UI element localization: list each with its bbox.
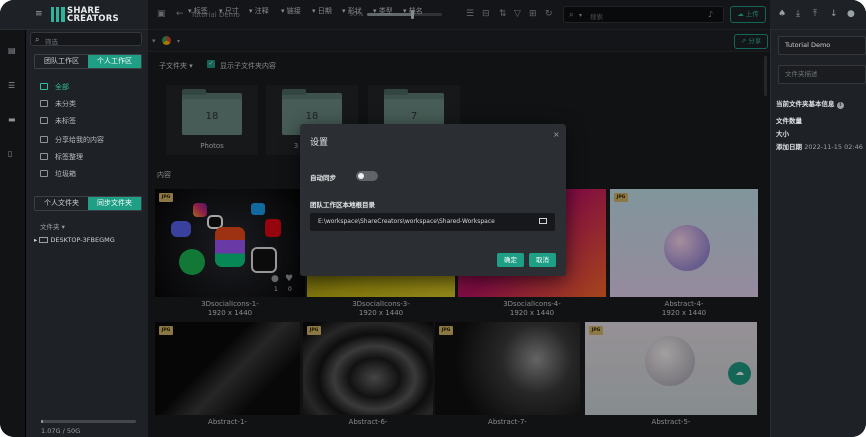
folders-section[interactable]: 文件夹 ▾ <box>40 221 65 231</box>
shared-with-me-icon <box>40 136 48 143</box>
tab-personal-workspace[interactable]: 个人工作区 <box>88 55 141 68</box>
folder-count: 7 <box>410 111 418 122</box>
all-items-icon <box>40 83 48 90</box>
date-added-value: 2022-11-15 02:46 <box>804 143 863 151</box>
device-folder-icon <box>39 237 49 243</box>
brand-logo: SHARE CREATORS <box>67 7 119 24</box>
date-added-row: 添加日期 2022-11-15 02:46 <box>776 143 863 151</box>
sidebar-item-4[interactable]: 标签整理 <box>55 153 83 161</box>
brand-logo-icon <box>51 7 65 22</box>
toggle-knob <box>358 173 364 179</box>
sidebar-item-5[interactable]: 垃圾箱 <box>55 170 76 178</box>
untagged-icon <box>40 117 48 124</box>
workspace-tabs: 团队工作区 个人工作区 <box>34 54 142 69</box>
download-icon[interactable]: ⤓ <box>796 10 800 19</box>
dialog-title: 设置 <box>310 138 329 148</box>
user-icon[interactable]: ● <box>847 10 855 19</box>
local-path-value: E:\workspace\ShareCreators\workspace\Sha… <box>318 218 495 225</box>
tab-team-workspace[interactable]: 团队工作区 <box>35 55 88 68</box>
export-icon[interactable]: ⤒ <box>813 10 817 19</box>
list-icon[interactable]: ☰ <box>8 82 18 90</box>
folder-description-field[interactable]: 文件夹描述 <box>778 65 866 84</box>
close-icon[interactable]: × <box>553 130 560 139</box>
local-path-field[interactable]: E:\workspace\ShareCreators\workspace\Sha… <box>310 213 555 231</box>
folder-count: 18 <box>305 111 319 122</box>
brand-line-2: CREATORS <box>67 14 119 24</box>
folder-count: 18 <box>205 111 219 122</box>
sidebar-item-2[interactable]: 未标签 <box>55 117 76 125</box>
icon-rail: ▤ ☰ ▬ ▯ <box>0 0 26 437</box>
auto-sync-label: 自动同步 <box>310 174 336 182</box>
sidebar-item-1[interactable]: 未分类 <box>55 100 76 108</box>
app-window: ▤ ☰ ▬ ▯ ≡ SHARE CREATORS ▣ ← Tutorial De… <box>0 0 866 437</box>
storage-quota-text: 1.07G / 50G <box>41 427 81 435</box>
folder-tabs: 个人文件夹 同步文件夹 <box>34 196 142 211</box>
storage-quota-bar <box>41 420 136 423</box>
document-icon[interactable]: ▯ <box>8 150 18 158</box>
folder-info-title-text: 当前文件夹基本信息 <box>776 100 835 108</box>
settings-dialog: 设置 × 自动同步 团队工作区本地根目录 E:\workspace\ShareC… <box>300 124 566 276</box>
workspace-name-field[interactable]: Tutorial Demo <box>778 36 866 55</box>
auto-sync-toggle[interactable] <box>356 171 378 181</box>
folders-label: 文件夹 <box>40 223 60 231</box>
file-count-label: 文件数量 <box>776 117 802 125</box>
uncategorized-icon <box>40 100 48 107</box>
local-path-label: 团队工作区本地根目录 <box>310 201 375 209</box>
menu-icon[interactable]: ≡ <box>35 10 43 19</box>
tab-sync-folder[interactable]: 同步文件夹 <box>88 197 141 210</box>
browse-folder-icon[interactable] <box>539 218 547 224</box>
library-icon[interactable]: ▤ <box>8 47 18 55</box>
sidebar-item-0[interactable]: 全部 <box>55 83 69 91</box>
storage-quota-fill <box>41 420 43 423</box>
confirm-button[interactable]: 确定 <box>497 253 524 267</box>
folder-icon[interactable]: ▬ <box>8 116 18 124</box>
cancel-button[interactable]: 取消 <box>529 253 556 267</box>
device-folder[interactable]: ▸ DESKTOP-3FBEGMG <box>34 236 115 244</box>
download-all-icon[interactable]: ↓ <box>830 10 838 19</box>
trash-icon <box>40 170 48 177</box>
filter-search-icon: ⌕ <box>35 35 40 44</box>
tab-personal-folder[interactable]: 个人文件夹 <box>35 197 88 210</box>
sidebar-item-3[interactable]: 分享给我的内容 <box>55 136 104 144</box>
info-icon: i <box>836 102 844 109</box>
device-name: DESKTOP-3FBEGMG <box>50 236 115 244</box>
folders-chevron-icon: ▾ <box>61 223 65 231</box>
folder-info-title: 当前文件夹基本信息 i <box>776 100 844 109</box>
notification-icon[interactable]: ♠ <box>778 10 786 19</box>
left-search-box[interactable]: ⌕ 筛选 <box>30 32 142 46</box>
size-label: 大小 <box>776 130 789 138</box>
left-search-input[interactable]: 筛选 <box>45 36 58 46</box>
tag-manager-icon <box>40 153 48 160</box>
date-added-label: 添加日期 <box>776 143 802 151</box>
